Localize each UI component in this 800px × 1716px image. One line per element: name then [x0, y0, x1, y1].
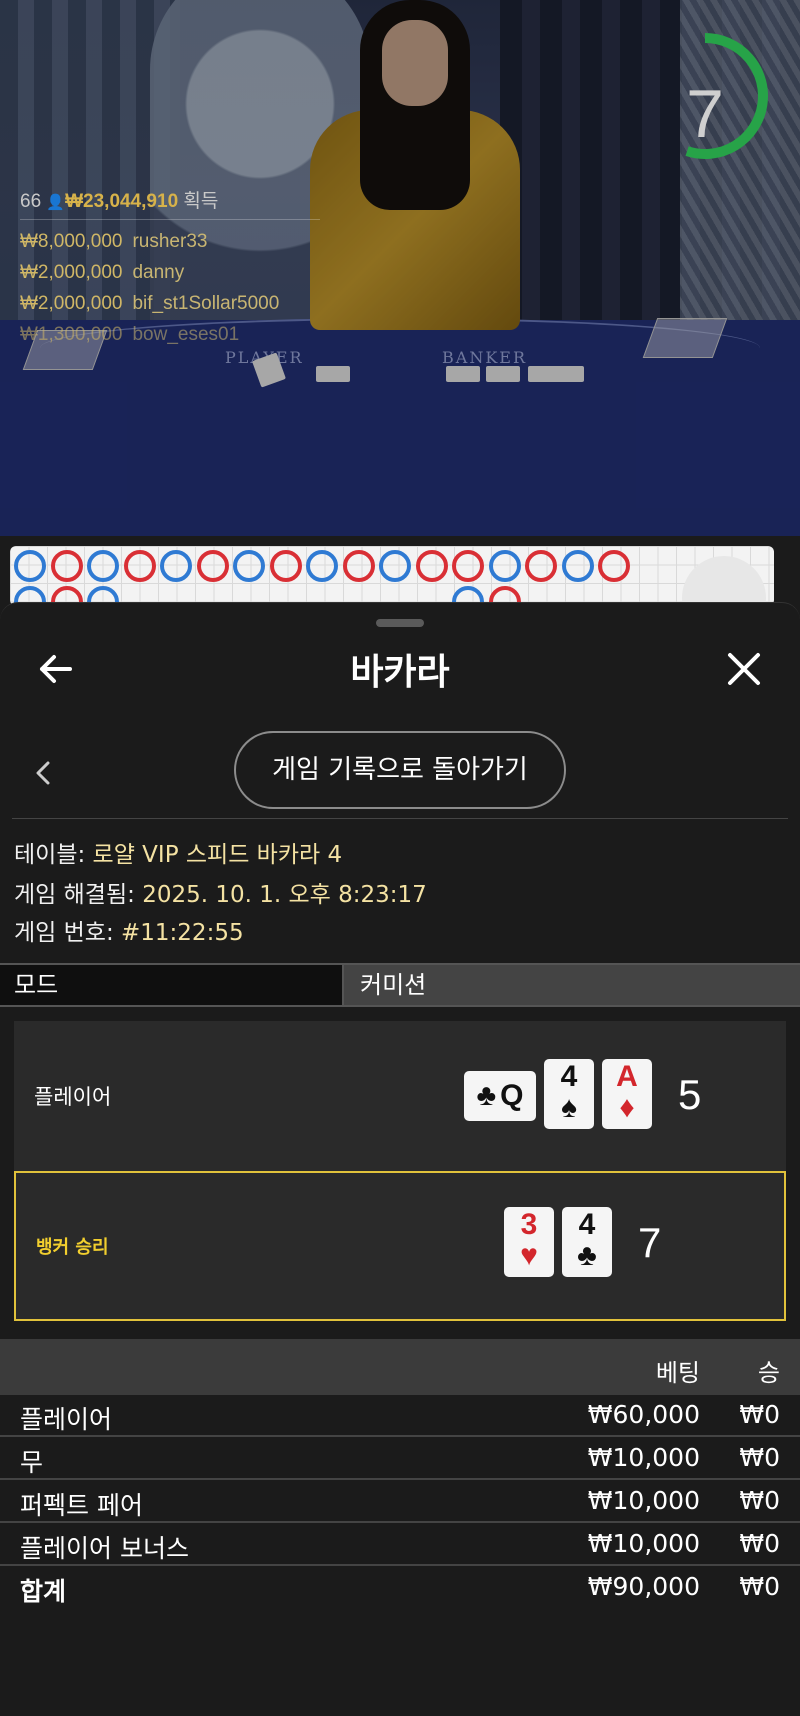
info-resolved: 게임 해결됨: 2025. 10. 1. 오후 8:23:17: [14, 882, 427, 908]
player-bead: [379, 550, 411, 582]
player-bead: [14, 550, 46, 582]
winner-row: ₩1,300,000 bow_eses01: [20, 324, 240, 345]
banker-win-label: 뱅커 승리: [36, 1237, 109, 1258]
banker-bead: [452, 550, 484, 582]
countdown-number: 7: [686, 76, 724, 152]
playing-card: 4 ♣: [562, 1207, 612, 1277]
banker-bead: [123, 550, 156, 582]
mode-label: 모드: [0, 965, 344, 1005]
bead-road[interactable]: [10, 546, 774, 606]
user-icon: 👤: [46, 194, 66, 211]
bet-row: 무 ₩10,000 ₩0: [0, 1438, 800, 1480]
live-video: PLAYER BANKER 66 👤₩23,044,910 획득 ₩8,000,…: [0, 0, 800, 536]
banker-bead: [342, 550, 375, 582]
winner-row: ₩2,000,000 bif_st1Sollar5000: [20, 293, 280, 314]
divider: [12, 818, 788, 819]
player-score: 5: [678, 1071, 702, 1118]
player-hand-label: 플레이어: [34, 1085, 112, 1109]
banker-bead: [269, 550, 302, 582]
info-table: 테이블: 로얄 VIP 스피드 바카라 4: [14, 842, 343, 868]
winner-row: ₩2,000,000 danny: [20, 262, 185, 283]
banker-bead: [525, 550, 557, 582]
playing-card: ♣ Q: [464, 1071, 536, 1121]
chevron-left-icon[interactable]: [30, 755, 58, 791]
info-game-number: 게임 번호: #11:22:55: [14, 920, 244, 946]
back-to-history-button[interactable]: 게임 기록으로 돌아가기: [234, 731, 566, 809]
player-bead: [233, 550, 265, 582]
player-bead: [561, 550, 594, 582]
mode-row: 모드 커미션: [0, 963, 800, 1007]
mode-value: 커미션: [360, 971, 427, 999]
banker-score: 7: [638, 1219, 662, 1266]
game-history-sheet: 바카라 게임 기록으로 돌아가기 테이블: 로얄 VIP 스피드 바카라 4 게…: [0, 602, 800, 1716]
bet-total-row: 합계 ₩90,000 ₩0: [20, 1572, 780, 1606]
sheet-title: 바카라: [350, 652, 450, 693]
player-hand: 플레이어 ♣ Q 4 ♠ A ♦ 5: [14, 1021, 786, 1171]
winners-list: 66 👤₩23,044,910 획득 ₩8,000,000 rusher33 ₩2…: [20, 186, 320, 350]
close-icon[interactable]: [724, 649, 764, 689]
banker-bead: [415, 550, 448, 582]
bet-row: 플레이어 보너스 ₩10,000 ₩0: [0, 1524, 800, 1566]
playing-card: 4 ♠: [544, 1059, 594, 1129]
player-bead: [306, 550, 338, 582]
banker-bead: [598, 550, 630, 582]
playing-card: A ♦: [602, 1059, 652, 1129]
playing-card: 3 ♥: [504, 1207, 554, 1277]
player-bead: [87, 550, 119, 582]
banker-bead: [196, 550, 229, 582]
winners-summary: 66 👤₩23,044,910 획득: [20, 186, 320, 220]
player-bead: [488, 550, 521, 582]
bet-row: 플레이어 ₩60,000 ₩0: [0, 1395, 800, 1437]
countdown-timer: 7: [675, 28, 771, 164]
winner-row: ₩8,000,000 rusher33: [20, 231, 208, 252]
bet-row: 퍼펙트 페어 ₩10,000 ₩0: [0, 1481, 800, 1523]
banker-hand: 뱅커 승리 3 ♥ 4 ♣ 7: [14, 1171, 786, 1321]
banker-bead: [50, 550, 83, 582]
bets-header: 베팅 승: [0, 1339, 800, 1395]
player-bead: [160, 550, 192, 582]
drag-handle[interactable]: [376, 619, 424, 627]
